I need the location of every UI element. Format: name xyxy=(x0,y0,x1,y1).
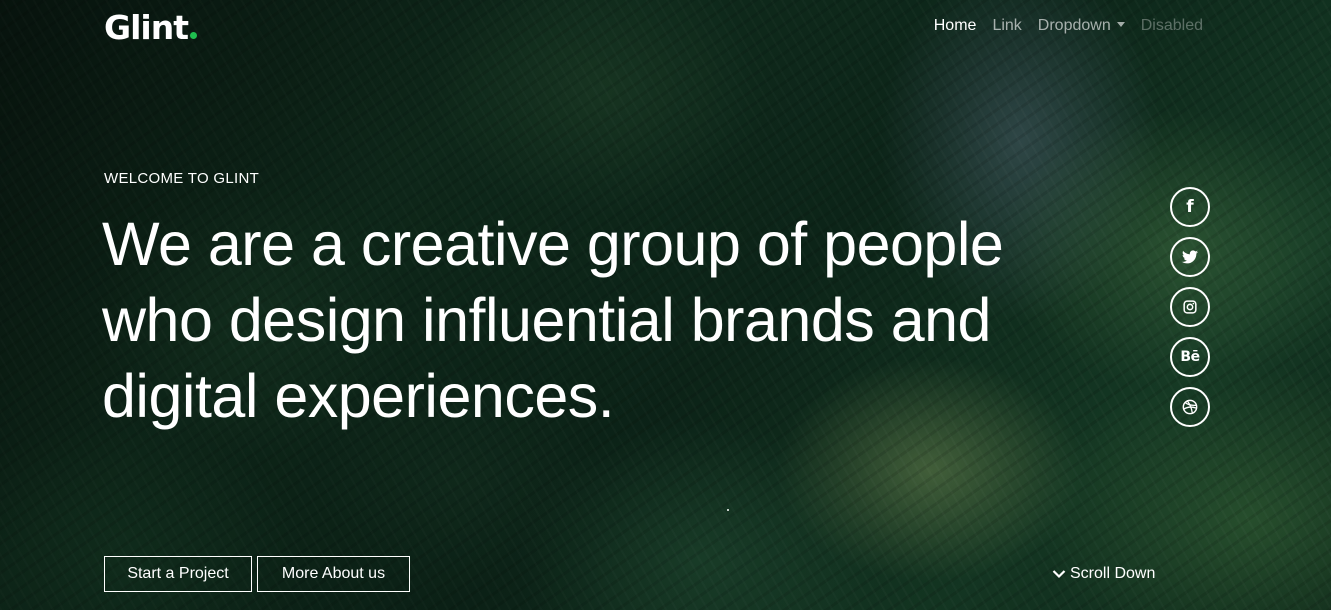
main-nav: Home Link Dropdown Disabled xyxy=(926,16,1211,36)
nav-disabled: Disabled xyxy=(1140,17,1203,34)
headline-line-3: digital experiences. xyxy=(102,362,615,430)
hero-section: Glint Home Link Dropdown Disabled WELCOM… xyxy=(0,0,1331,610)
chevron-down-icon xyxy=(1052,570,1066,579)
decorative-dot xyxy=(727,509,729,511)
nav-dropdown[interactable]: Dropdown xyxy=(1030,16,1133,36)
dribbble-icon xyxy=(1182,399,1198,415)
headline-line-2: who design influential brands and xyxy=(102,286,991,354)
start-project-button[interactable]: Start a Project xyxy=(104,556,252,592)
nav-link[interactable]: Link xyxy=(984,16,1029,36)
headline-line-1: We are a creative group of people xyxy=(102,210,1004,278)
logo-dot xyxy=(189,32,197,39)
twitter-icon xyxy=(1182,250,1198,264)
logo[interactable]: Glint xyxy=(104,8,197,47)
nav-dropdown-label: Dropdown xyxy=(1037,17,1111,34)
nav-home[interactable]: Home xyxy=(926,16,985,36)
more-about-us-button[interactable]: More About us xyxy=(257,556,410,592)
hero-headline: We are a creative group of people who de… xyxy=(102,206,1082,434)
caret-down-icon xyxy=(1116,22,1125,28)
social-links: f Bē xyxy=(1170,187,1210,427)
scroll-down-label: Scroll Down xyxy=(1070,565,1156,582)
dribbble-link[interactable] xyxy=(1170,387,1210,427)
behance-icon: Bē xyxy=(1180,349,1200,365)
welcome-eyebrow: WELCOME TO GLINT xyxy=(104,170,260,187)
scroll-down-link[interactable]: Scroll Down xyxy=(1052,565,1155,583)
instagram-icon xyxy=(1183,300,1197,314)
logo-text: Glint xyxy=(104,8,189,47)
twitter-link[interactable] xyxy=(1170,237,1210,277)
facebook-link[interactable]: f xyxy=(1170,187,1210,227)
behance-link[interactable]: Bē xyxy=(1170,337,1210,377)
instagram-link[interactable] xyxy=(1170,287,1210,327)
facebook-icon: f xyxy=(1186,197,1194,217)
